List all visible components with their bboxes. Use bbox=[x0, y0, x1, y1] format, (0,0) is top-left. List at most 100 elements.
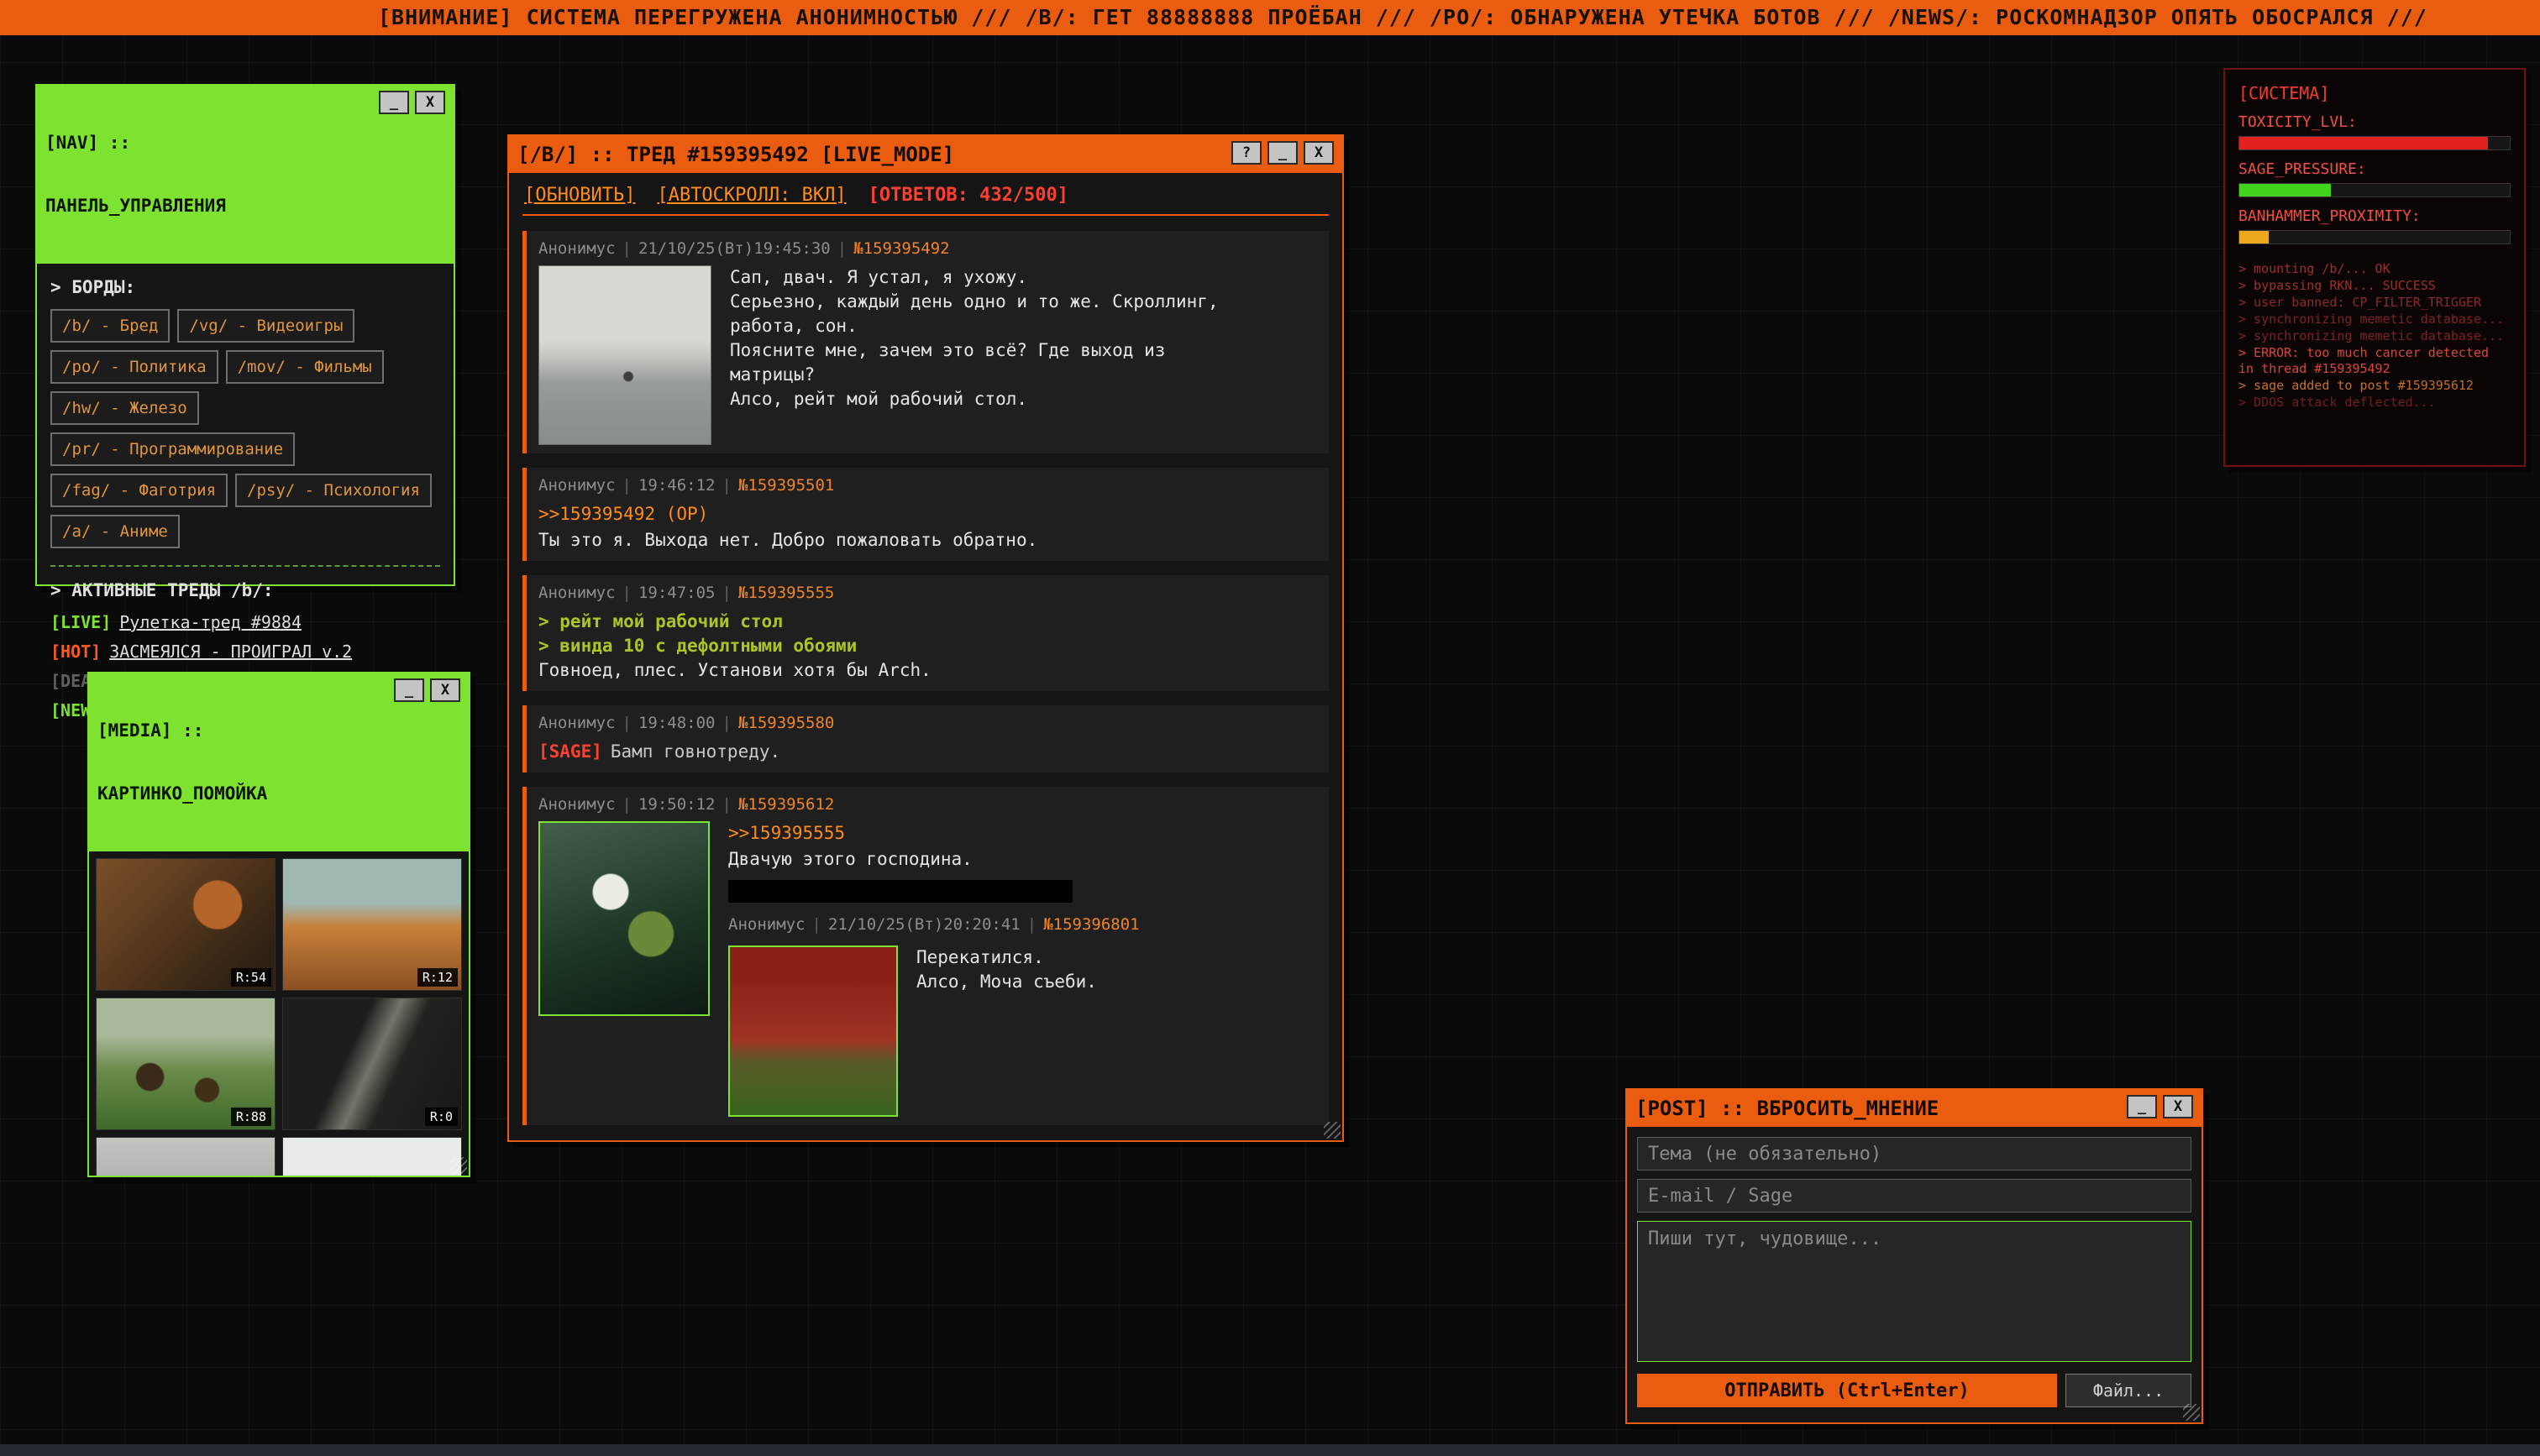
post: Анонимус|19:47:05|№159395555 > рейт мой … bbox=[522, 575, 1329, 691]
resize-handle[interactable] bbox=[1324, 1122, 1341, 1139]
media-thumbnail[interactable]: R:12 bbox=[282, 858, 462, 991]
spoiler-bar[interactable] bbox=[728, 880, 1073, 903]
minimize-button[interactable]: _ bbox=[2127, 1095, 2157, 1118]
post-number[interactable]: №159395612 bbox=[738, 795, 834, 814]
post-timestamp: 19:48:00 bbox=[638, 714, 716, 732]
board-button-hw[interactable]: /hw/ - Железо bbox=[50, 391, 199, 425]
post-image[interactable] bbox=[728, 945, 898, 1117]
email-sage-input[interactable] bbox=[1637, 1179, 2191, 1212]
minimize-button[interactable]: _ bbox=[379, 91, 409, 114]
system-panel-title: [СИСТЕМА] bbox=[2238, 83, 2511, 103]
post-author: Анонимус bbox=[538, 476, 616, 495]
board-button-po[interactable]: /po/ - Политика bbox=[50, 350, 218, 384]
log-line-error: > ERROR: too much cancer detected in thr… bbox=[2238, 345, 2511, 377]
thread-link[interactable]: Рулетка-тред #9884 bbox=[119, 612, 302, 632]
post-header: Анонимус|21/10/25(Вт)20:20:41|№159396801 bbox=[728, 913, 1140, 937]
post-number[interactable]: №159396801 bbox=[1043, 915, 1139, 934]
submit-button[interactable]: ОТПРАВИТЬ (Ctrl+Enter) bbox=[1637, 1374, 2057, 1407]
post-timestamp: 19:46:12 bbox=[638, 476, 716, 495]
post-header: Анонимус|21/10/25(Вт)19:45:30|№159395492 bbox=[538, 239, 1317, 258]
thread-window: [/B/] :: ТРЕД #159395492 [LIVE_MODE] ? _… bbox=[507, 134, 1344, 1142]
thread-status-tag: [LIVE] bbox=[50, 612, 111, 632]
nav-window-title: [NAV] :: bbox=[45, 133, 226, 154]
minimize-button[interactable]: _ bbox=[394, 678, 424, 702]
post-timestamp: 19:50:12 bbox=[638, 795, 716, 814]
toxicity-meter bbox=[2238, 136, 2511, 150]
alert-marquee: [ВНИМАНИЕ] СИСТЕМА ПЕРЕГРУЖЕНА АНОНИМНОС… bbox=[0, 0, 2540, 35]
media-thumbnail[interactable]: SAGE bbox=[282, 1137, 462, 1177]
post-number[interactable]: №159395501 bbox=[738, 476, 834, 495]
post-header: Анонимус|19:47:05|№159395555 bbox=[538, 584, 1317, 602]
resize-handle[interactable] bbox=[450, 1157, 467, 1174]
post-number[interactable]: №159395580 bbox=[738, 714, 834, 732]
reply-quote-link[interactable]: >>159395492 (ОР) bbox=[538, 502, 708, 526]
media-thumbnail[interactable]: R:88 bbox=[96, 998, 276, 1130]
toxicity-label: TOXICITY_LVL: bbox=[2238, 113, 2511, 131]
post-header: Анонимус|19:46:12|№159395501 bbox=[538, 476, 1317, 495]
attach-file-button[interactable]: Файл... bbox=[2065, 1374, 2191, 1407]
banhammer-meter bbox=[2238, 230, 2511, 244]
marquee-text: [ВНИМАНИЕ] СИСТЕМА ПЕРЕГРУЖЕНА АНОНИМНОС… bbox=[0, 0, 2427, 35]
post-form-title: [POST] :: ВБРОСИТЬ_МНЕНИЕ bbox=[1635, 1095, 1939, 1122]
board-button-b[interactable]: /b/ - Бред bbox=[50, 309, 170, 343]
board-button-fag[interactable]: /fag/ - Фаготрия bbox=[50, 474, 228, 507]
post-list: Анонимус|21/10/25(Вт)19:45:30|№159395492… bbox=[509, 219, 1342, 1142]
board-button-psy[interactable]: /psy/ - Психология bbox=[235, 474, 432, 507]
board-button-vg[interactable]: /vg/ - Видеоигры bbox=[177, 309, 354, 343]
active-threads-header: > АКТИВНЫЕ ТРЕДЫ /b/: bbox=[50, 580, 440, 600]
subject-input[interactable] bbox=[1637, 1137, 2191, 1171]
nested-post: Анонимус|21/10/25(Вт)20:20:41|№159396801… bbox=[728, 913, 1140, 1117]
window-controls: _ X bbox=[394, 678, 460, 702]
post-form-window: [POST] :: ВБРОСИТЬ_МНЕНИЕ _ X ОТПРАВИТЬ … bbox=[1625, 1088, 2203, 1424]
reply-count-badge: R:0 bbox=[425, 1108, 458, 1126]
post: Анонимус|19:50:12|№159395612 >>159395555… bbox=[522, 787, 1329, 1125]
thread-controls: [ОБНОВИТЬ] [АВТОСКРОЛЛ: ВКЛ] [ОТВЕТОВ: 4… bbox=[509, 173, 1342, 214]
autoscroll-toggle[interactable]: [АВТОСКРОЛЛ: ВКЛ] bbox=[657, 185, 846, 206]
reply-quote-link[interactable]: >>159395555 bbox=[728, 821, 845, 846]
post-image[interactable] bbox=[538, 821, 710, 1016]
nav-body: > БОРДЫ: /b/ - Бред /vg/ - Видеоигры /po… bbox=[37, 264, 454, 714]
sage-pressure-meter-fill bbox=[2239, 184, 2331, 196]
reply-count-badge: R:12 bbox=[417, 968, 458, 987]
minimize-button[interactable]: _ bbox=[1267, 141, 1298, 165]
sage-pressure-meter bbox=[2238, 183, 2511, 197]
banhammer-meter-fill bbox=[2239, 231, 2269, 244]
greentext-line: > рейт мой рабочий стол bbox=[538, 610, 1317, 634]
post-text: >>159395492 (ОР) Ты это я. Выхода нет. Д… bbox=[538, 502, 1317, 553]
refresh-link[interactable]: [ОБНОВИТЬ] bbox=[524, 185, 635, 206]
post-header: Анонимус|19:48:00|№159395580 bbox=[538, 714, 1317, 732]
board-button-mov[interactable]: /mov/ - Фильмы bbox=[226, 350, 384, 384]
post-header: Анонимус|19:50:12|№159395612 bbox=[538, 795, 1317, 814]
close-button[interactable]: X bbox=[2163, 1095, 2193, 1118]
post-form-titlebar[interactable]: [POST] :: ВБРОСИТЬ_МНЕНИЕ _ X bbox=[1627, 1090, 2202, 1127]
message-textarea[interactable] bbox=[1637, 1221, 2191, 1362]
board-button-a[interactable]: /a/ - Аниме bbox=[50, 515, 180, 548]
post-text: > рейт мой рабочий стол > винда 10 с деф… bbox=[538, 610, 1317, 683]
boards-header: > БОРДЫ: bbox=[50, 277, 440, 297]
thread-link[interactable]: ЗАСМЕЯЛСЯ - ПРОИГРАЛ v.2 bbox=[109, 642, 352, 662]
post-op: Анонимус|21/10/25(Вт)19:45:30|№159395492… bbox=[522, 231, 1329, 453]
thread-titlebar[interactable]: [/B/] :: ТРЕД #159395492 [LIVE_MODE] ? _… bbox=[509, 136, 1342, 173]
toxicity-meter-fill bbox=[2239, 137, 2488, 149]
post-text: Сап, двач. Я устал, я ухожу. Серьезно, к… bbox=[730, 265, 1219, 445]
board-button-pr[interactable]: /pr/ - Программирование bbox=[50, 432, 295, 466]
post-number[interactable]: №159395555 bbox=[738, 584, 834, 602]
nav-titlebar[interactable]: [NAV] :: ПАНЕЛЬ_УПРАВЛЕНИЯ _ X bbox=[37, 86, 454, 264]
help-button[interactable]: ? bbox=[1231, 141, 1262, 165]
close-button[interactable]: X bbox=[415, 91, 445, 114]
sage-pressure-label: SAGE_PRESSURE: bbox=[2238, 160, 2511, 178]
post-image[interactable] bbox=[538, 265, 711, 445]
media-titlebar[interactable]: [MEDIA] :: КАРТИНКО_ПОМОЙКА _ X bbox=[89, 673, 469, 851]
close-button[interactable]: X bbox=[430, 678, 460, 702]
post-number[interactable]: №159395492 bbox=[853, 239, 949, 258]
resize-handle[interactable] bbox=[2183, 1404, 2200, 1421]
reply-count-badge: R:88 bbox=[231, 1108, 271, 1126]
media-thumbnail[interactable]: R:99+ bbox=[96, 1137, 276, 1177]
close-button[interactable]: X bbox=[1304, 141, 1334, 165]
greentext-line: > винда 10 с дефолтными обоями bbox=[538, 634, 1317, 658]
thread-window-title: [/B/] :: ТРЕД #159395492 [LIVE_MODE] bbox=[517, 141, 954, 168]
media-thumbnail[interactable]: R:0 bbox=[282, 998, 462, 1130]
media-thumbnail[interactable]: R:54 bbox=[96, 858, 276, 991]
replies-counter: [ОТВЕТОВ: 432/500] bbox=[869, 185, 1068, 206]
board-button-list: /b/ - Бред /vg/ - Видеоигры /po/ - Полит… bbox=[50, 309, 440, 548]
